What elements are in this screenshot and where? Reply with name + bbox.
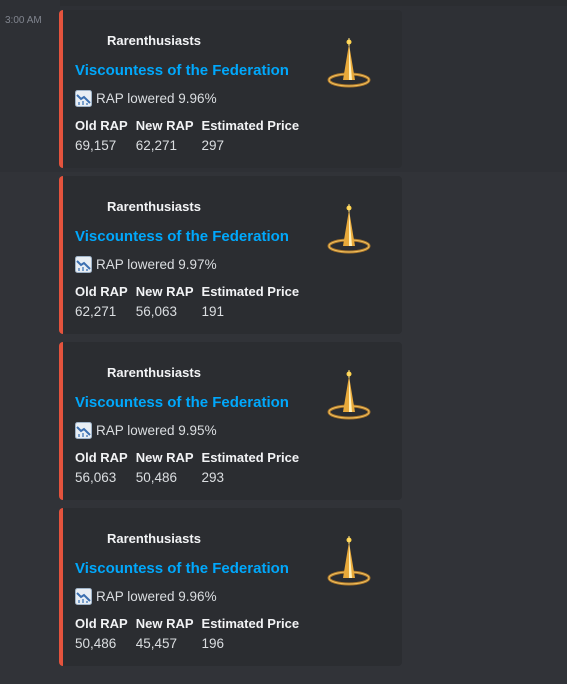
embed-author: Rarenthusiasts: [107, 365, 201, 380]
embed-description-text: RAP lowered 9.96%: [96, 589, 217, 604]
field-name: New RAP: [135, 284, 194, 299]
embed-card: Rarenthusiasts Viscountess of the Federa…: [59, 508, 402, 666]
field-old-rap: Old RAP 62,271: [75, 284, 128, 319]
embed-title-link[interactable]: Viscountess of the Federation: [75, 62, 289, 79]
embed-description: RAP lowered 9.97%: [75, 256, 217, 273]
viscountess-crown-icon[interactable]: [325, 368, 373, 428]
field-new-rap: New RAP 45,457: [136, 616, 194, 651]
embed-description-text: RAP lowered 9.97%: [96, 257, 217, 272]
embed-card: Rarenthusiasts Viscountess of the Federa…: [59, 342, 402, 500]
embed-description-text: RAP lowered 9.96%: [96, 91, 217, 106]
field-name: Estimated Price: [201, 616, 300, 631]
embed-description-text: RAP lowered 9.95%: [96, 423, 217, 438]
field-name: Estimated Price: [201, 118, 300, 133]
field-new-rap: New RAP 62,271: [136, 118, 194, 153]
field-name: New RAP: [135, 616, 194, 631]
embed-title-link[interactable]: Viscountess of the Federation: [75, 394, 289, 411]
embed-author: Rarenthusiasts: [107, 33, 201, 48]
field-new-rap: New RAP 56,063: [136, 284, 194, 319]
field-name: Estimated Price: [201, 284, 300, 299]
chart-decreasing-icon: [75, 256, 92, 273]
field-estimated-price: Estimated Price 196: [202, 616, 300, 651]
field-value: 62,271: [75, 304, 117, 319]
chart-decreasing-icon: [75, 588, 92, 605]
field-value: 191: [201, 304, 225, 319]
field-value: 56,063: [75, 470, 117, 485]
field-new-rap: New RAP 50,486: [136, 450, 194, 485]
chart-decreasing-icon: [75, 90, 92, 107]
field-value: 50,486: [135, 470, 178, 485]
field-name: Estimated Price: [201, 450, 300, 465]
message-timestamp[interactable]: 3:00 AM: [5, 15, 42, 26]
field-estimated-price: Estimated Price 297: [202, 118, 300, 153]
embed-description: RAP lowered 9.96%: [75, 90, 217, 107]
field-name: Old RAP: [75, 616, 128, 631]
field-value: 62,271: [135, 138, 178, 153]
field-value: 297: [201, 138, 225, 153]
field-estimated-price: Estimated Price 191: [202, 284, 300, 319]
embed-fields: Old RAP 50,486 New RAP 45,457 Estimated …: [75, 616, 299, 651]
field-value: 45,457: [135, 636, 178, 651]
embed-card: Rarenthusiasts Viscountess of the Federa…: [59, 176, 402, 334]
field-value: 196: [201, 636, 225, 651]
field-old-rap: Old RAP 50,486: [75, 616, 128, 651]
embed-fields: Old RAP 56,063 New RAP 50,486 Estimated …: [75, 450, 299, 485]
embed-card: Rarenthusiasts Viscountess of the Federa…: [59, 10, 402, 168]
previous-embed-edge: [60, 0, 567, 6]
field-value: 56,063: [135, 304, 178, 319]
embed-description: RAP lowered 9.95%: [75, 422, 217, 439]
embed-author: Rarenthusiasts: [107, 531, 201, 546]
embed-title-link[interactable]: Viscountess of the Federation: [75, 560, 289, 577]
field-name: New RAP: [135, 118, 194, 133]
embed-fields: Old RAP 62,271 New RAP 56,063 Estimated …: [75, 284, 299, 319]
field-name: Old RAP: [75, 284, 128, 299]
field-value: 50,486: [75, 636, 117, 651]
field-estimated-price: Estimated Price 293: [202, 450, 300, 485]
viscountess-crown-icon[interactable]: [325, 36, 373, 96]
embed-title-link[interactable]: Viscountess of the Federation: [75, 228, 289, 245]
embed-fields: Old RAP 69,157 New RAP 62,271 Estimated …: [75, 118, 299, 153]
chart-decreasing-icon: [75, 422, 92, 439]
viscountess-crown-icon[interactable]: [325, 202, 373, 262]
field-old-rap: Old RAP 56,063: [75, 450, 128, 485]
embed-author: Rarenthusiasts: [107, 199, 201, 214]
viscountess-crown-icon[interactable]: [325, 534, 373, 594]
field-value: 69,157: [75, 138, 117, 153]
embed-description: RAP lowered 9.96%: [75, 588, 217, 605]
field-name: Old RAP: [75, 118, 128, 133]
field-value: 293: [201, 470, 225, 485]
field-name: Old RAP: [75, 450, 128, 465]
field-name: New RAP: [135, 450, 194, 465]
field-old-rap: Old RAP 69,157: [75, 118, 128, 153]
